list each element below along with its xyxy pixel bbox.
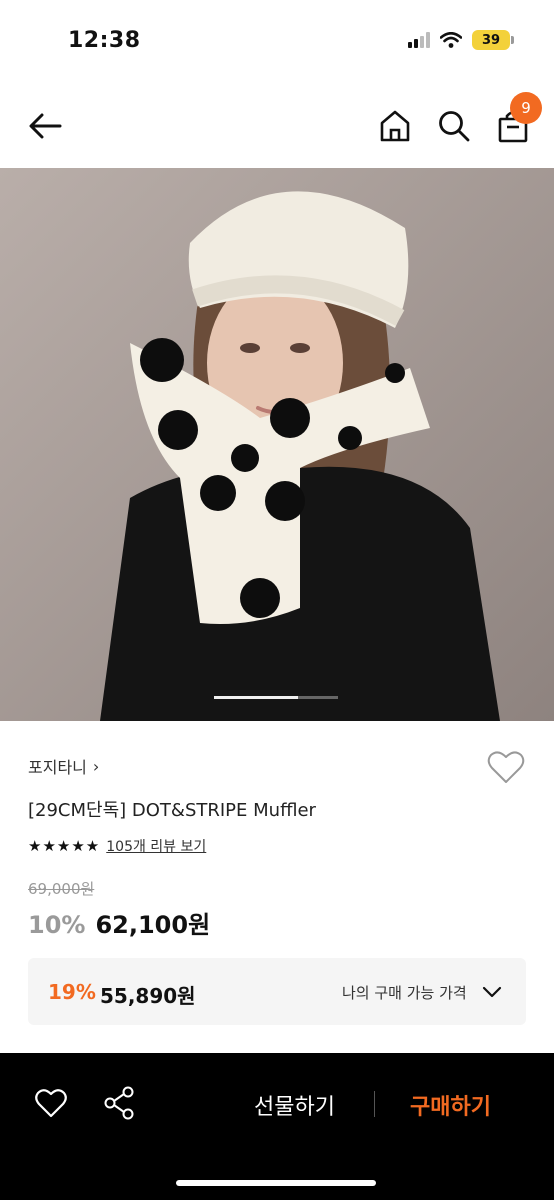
member-price-label: 나의 구매 가능 가격	[342, 984, 467, 1002]
nav-bar	[0, 80, 554, 168]
product-image-carousel[interactable]	[0, 168, 554, 721]
battery-icon: 39	[472, 30, 514, 50]
buy-button[interactable]: 구매하기	[410, 1089, 491, 1121]
gift-button[interactable]: 선물하기	[254, 1089, 335, 1121]
original-price: 69,000원	[28, 880, 95, 898]
cart-count: 9	[521, 99, 531, 117]
status-time: 12:38	[68, 28, 141, 53]
carousel-pager	[214, 696, 338, 699]
member-price-box[interactable]: 19% 55,890원 나의 구매 가능 가격	[28, 958, 526, 1025]
arrow-left-icon[interactable]	[26, 108, 66, 144]
share-icon[interactable]	[102, 1085, 136, 1121]
status-icons: 39	[408, 30, 514, 50]
cart-count-badge[interactable]: 9	[510, 92, 542, 124]
discount-rate: 10%	[28, 911, 86, 939]
home-icon[interactable]	[378, 108, 412, 144]
search-icon[interactable]	[436, 108, 472, 144]
chevron-down-icon[interactable]	[482, 982, 502, 1002]
carousel-pager-active	[214, 696, 298, 699]
sale-price: 62,100원	[95, 911, 211, 939]
divider	[374, 1091, 375, 1117]
bottom-action-bar: 선물하기 구매하기	[0, 1053, 554, 1200]
heart-outline-icon[interactable]	[34, 1087, 68, 1119]
battery-level: 39	[481, 32, 501, 48]
product-title: [29CM단독] DOT&STRIPE Muffler	[28, 800, 316, 821]
signal-icon	[408, 32, 430, 48]
member-discount-rate: 19%	[48, 980, 96, 1004]
status-bar: 12:38 39	[0, 0, 554, 80]
brand-link[interactable]: 포지타니 ›	[28, 754, 99, 778]
product-photo	[0, 168, 554, 721]
price-row: 10% 62,100원	[28, 905, 210, 940]
heart-outline-icon[interactable]	[486, 748, 526, 786]
home-indicator	[176, 1180, 376, 1186]
brand-name: 포지타니	[28, 758, 87, 777]
wifi-icon	[440, 32, 462, 48]
review-link[interactable]: 105개 리뷰 보기	[106, 836, 206, 856]
member-price: 55,890원	[100, 984, 196, 1008]
chevron-right-icon: ›	[92, 756, 100, 776]
star-rating-icon: ★★★★★	[28, 837, 101, 855]
rating-row: ★★★★★ 105개 리뷰 보기	[28, 836, 206, 856]
